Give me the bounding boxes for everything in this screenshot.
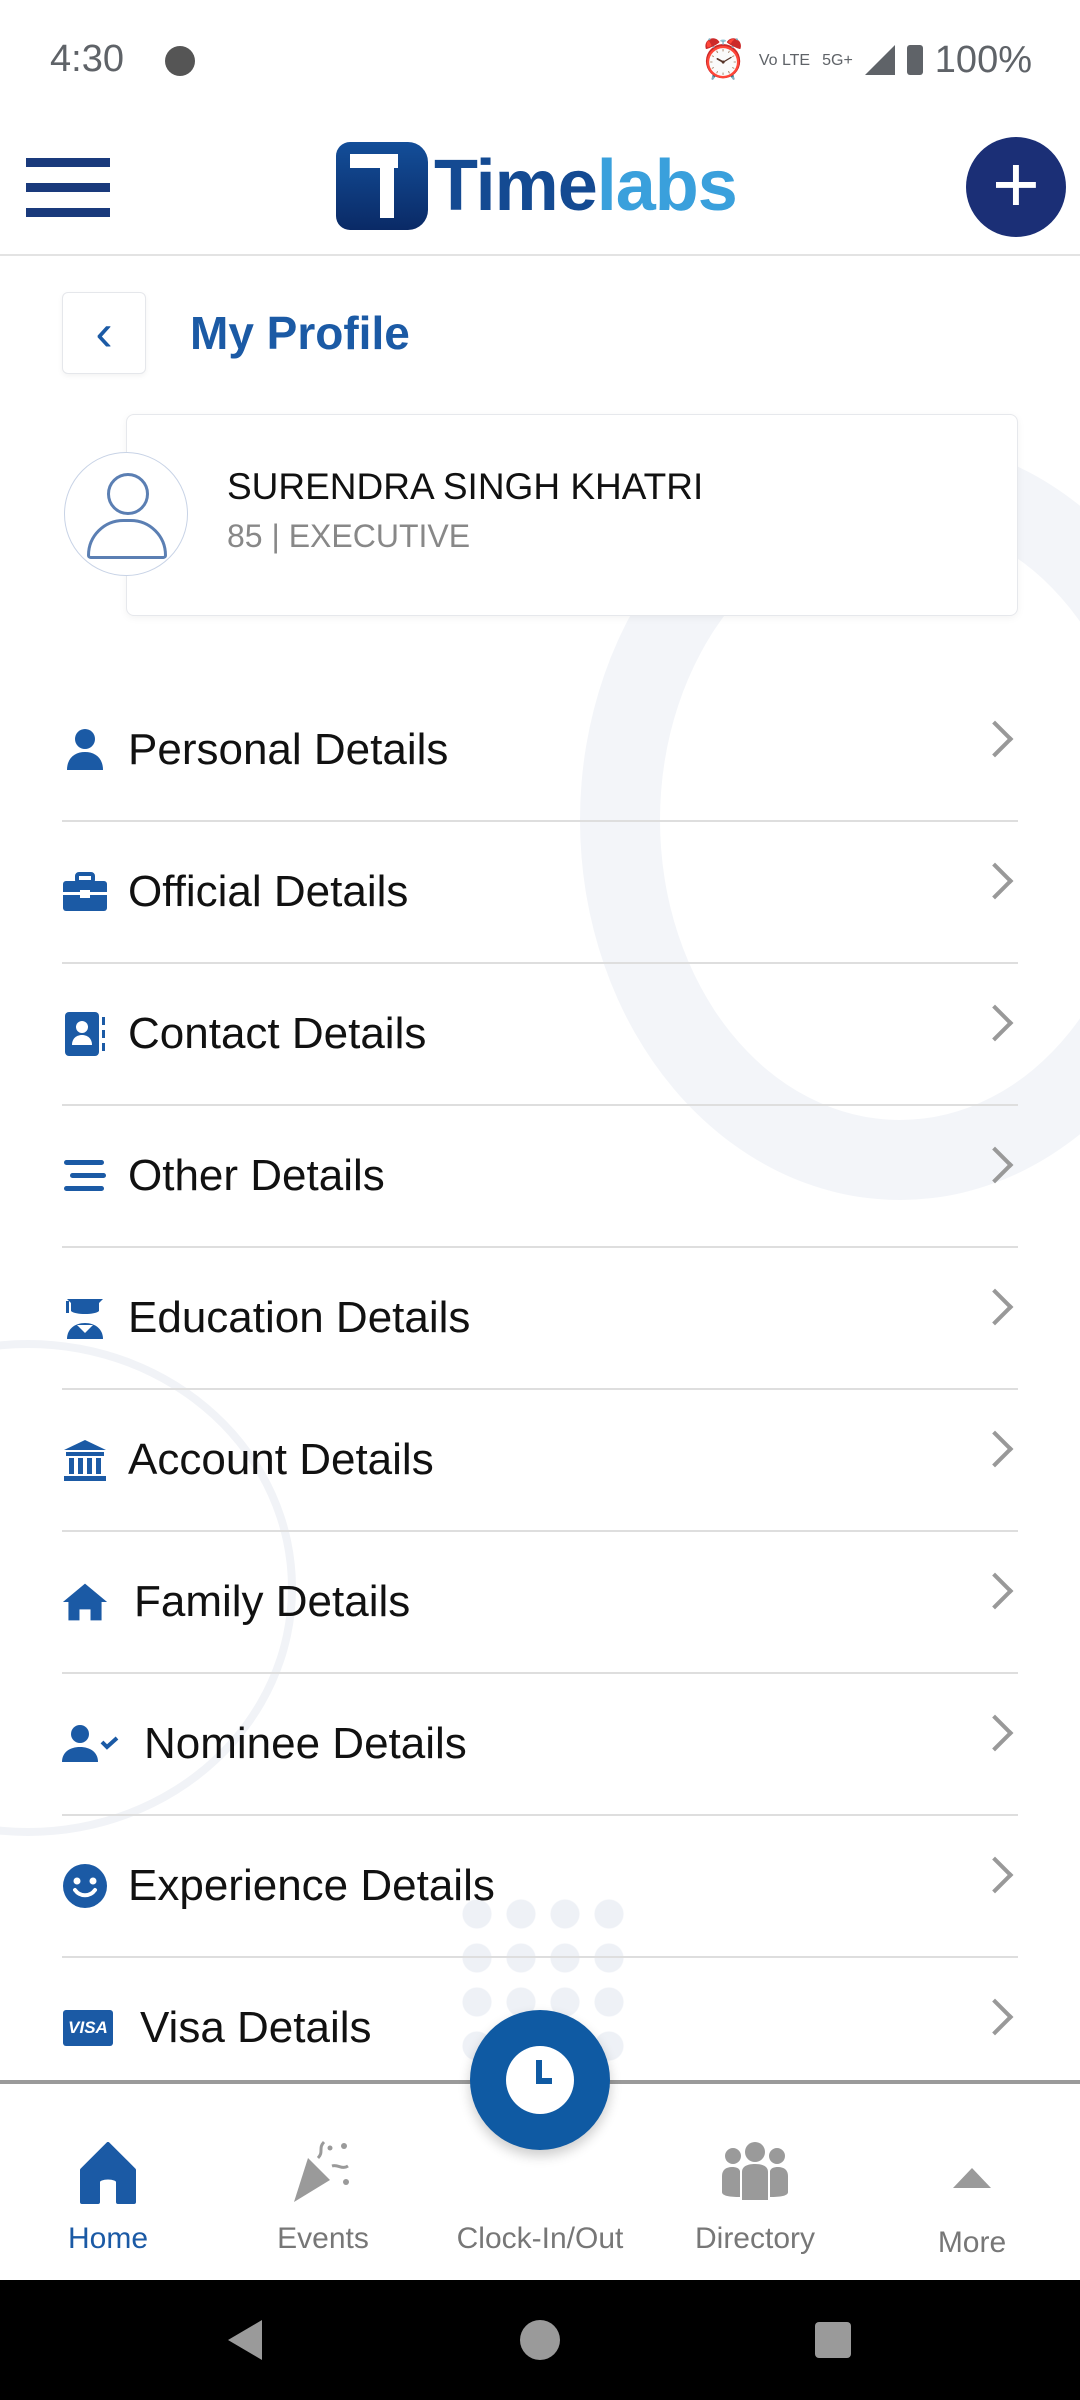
menu-label: Family Details (134, 1577, 411, 1626)
logo-mark-icon (336, 142, 428, 230)
chevron-right-icon (976, 1998, 1014, 2036)
menu-label: Nominee Details (144, 1719, 467, 1768)
chevron-right-icon (976, 1004, 1014, 1042)
nav-label: More (937, 2226, 1007, 2259)
network-type: 5G+ (822, 51, 853, 69)
home-icon (62, 1579, 108, 1625)
chevron-right-icon (976, 1430, 1014, 1468)
menu-label: Experience Details (128, 1861, 495, 1910)
menu-item-experience-details[interactable]: Experience Details (62, 1816, 1018, 1958)
menu-item-nominee-details[interactable]: Nominee Details (62, 1674, 1018, 1816)
system-back-button[interactable] (228, 2320, 262, 2360)
chevron-right-icon (976, 1146, 1014, 1184)
menu-label: Other Details (128, 1151, 385, 1200)
menu-item-other-details[interactable]: Other Details (62, 1106, 1018, 1248)
chevron-right-icon (976, 1714, 1014, 1752)
nav-more[interactable]: More (882, 2124, 1062, 2260)
menu-label: Account Details (128, 1435, 434, 1484)
menu-item-official-details[interactable]: Official Details (62, 822, 1018, 964)
page-header: ‹ My Profile (62, 292, 410, 374)
nav-events[interactable]: Events (233, 2124, 413, 2256)
menu-item-family-details[interactable]: Family Details (62, 1532, 1018, 1674)
status-bar: 4:30 ⏰ Vo LTE 5G+ 100% (0, 0, 1080, 130)
chevron-right-icon (976, 720, 1014, 758)
menu-item-personal-details[interactable]: Personal Details (62, 680, 1018, 822)
briefcase-icon (62, 869, 108, 915)
contact-book-icon (62, 1011, 108, 1057)
signal-icon (864, 45, 895, 75)
lines-icon (62, 1153, 108, 1199)
menu-label: Visa Details (140, 2003, 372, 2052)
menu-item-account-details[interactable]: Account Details (62, 1390, 1018, 1532)
avatar[interactable] (64, 452, 188, 576)
profile-menu: Personal Details Official Details Contac… (62, 680, 1018, 2098)
logo-text-time: Time (434, 146, 598, 226)
add-button[interactable]: + (966, 137, 1066, 237)
battery-icon (906, 45, 923, 75)
back-button[interactable]: ‹ (62, 292, 146, 374)
alarm-icon: ⏰ (699, 39, 747, 81)
nav-label: Clock-In/Out (456, 2222, 624, 2255)
page-title: My Profile (190, 307, 410, 359)
menu-label: Official Details (128, 867, 409, 916)
volte-icon: Vo LTE (758, 51, 811, 69)
people-icon (722, 2142, 788, 2200)
battery-level: 100% (934, 38, 1032, 81)
logo-text-labs: labs (596, 146, 738, 226)
party-popper-icon (294, 2140, 349, 2202)
nav-label: Home (67, 2222, 149, 2255)
nav-directory[interactable]: Directory (665, 2124, 845, 2256)
bank-icon (62, 1437, 108, 1483)
menu-item-education-details[interactable]: Education Details (62, 1248, 1018, 1390)
clock-in-out-button[interactable] (470, 2010, 610, 2150)
notification-icon (165, 46, 195, 76)
graduate-icon (62, 1295, 108, 1341)
profile-name: SURENDRA SINGH KHATRI (227, 466, 704, 507)
menu-item-contact-details[interactable]: Contact Details (62, 964, 1018, 1106)
chevron-right-icon (976, 1572, 1014, 1610)
system-recents-button[interactable] (815, 2322, 851, 2358)
chevron-left-icon: ‹ (95, 304, 113, 362)
visa-icon: VISA (62, 2005, 114, 2051)
chevron-right-icon (976, 1856, 1014, 1894)
home-icon (80, 2142, 136, 2204)
nav-label: Directory (694, 2222, 815, 2255)
profile-card (126, 414, 1018, 616)
nav-label: Events (277, 2222, 369, 2255)
app-bar: Time labs + (0, 130, 1080, 256)
system-navigation-bar (0, 2280, 1080, 2400)
chevron-right-icon (976, 1288, 1014, 1326)
hamburger-icon[interactable] (26, 158, 110, 218)
system-home-button[interactable] (520, 2320, 560, 2360)
menu-label: Personal Details (128, 725, 449, 774)
timelabs-logo: Time labs (336, 142, 738, 230)
menu-label: Education Details (128, 1293, 471, 1342)
person-icon (62, 727, 108, 773)
person-check-icon (62, 1721, 120, 1767)
menu-label: Contact Details (128, 1009, 427, 1058)
chevron-right-icon (976, 862, 1014, 900)
status-time: 4:30 (50, 38, 124, 80)
nav-home[interactable]: Home (18, 2124, 198, 2256)
caret-up-icon (953, 2168, 991, 2188)
visa-badge: VISA (63, 2010, 113, 2046)
profile-subtitle: 85 | EXECUTIVE (227, 518, 471, 554)
smile-icon (62, 1863, 108, 1909)
